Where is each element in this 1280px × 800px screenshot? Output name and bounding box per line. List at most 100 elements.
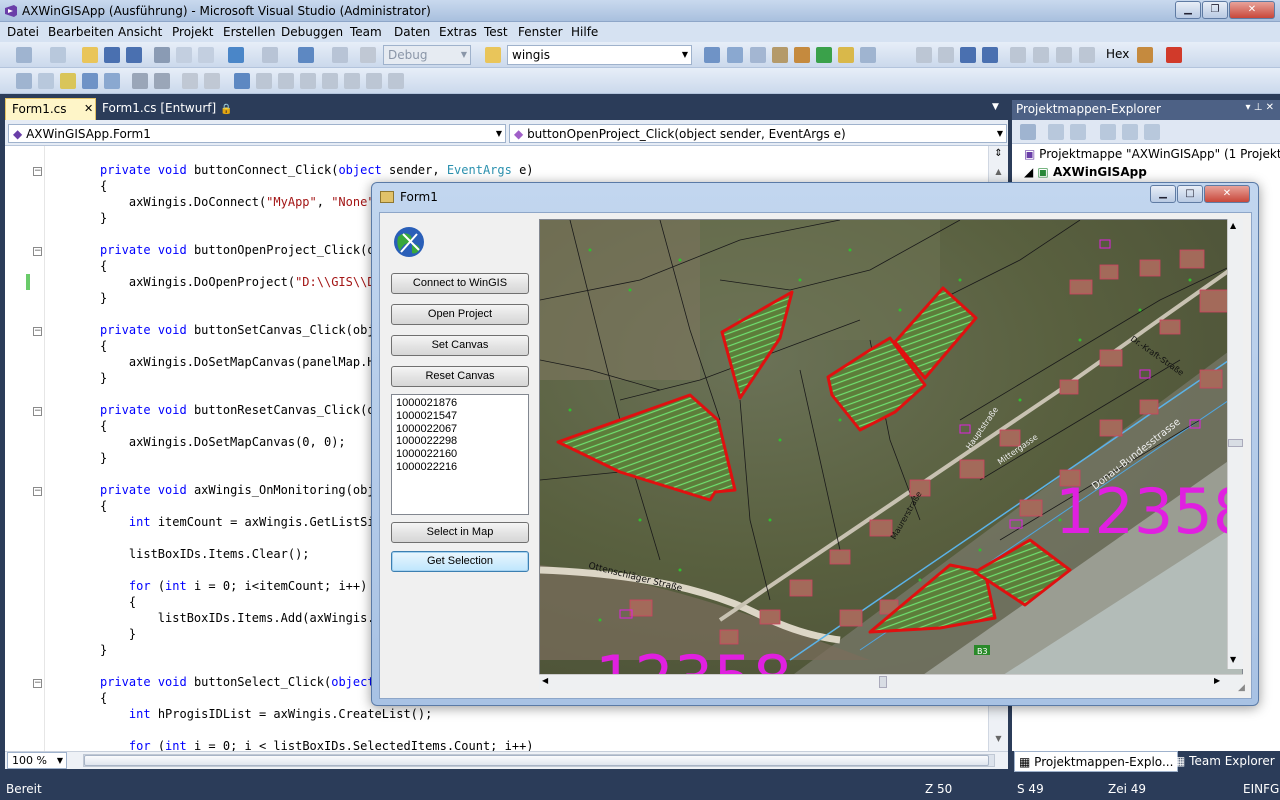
code-line[interactable]: private void axWingis_OnMonitoring(obje [100, 483, 382, 497]
map-panel[interactable]: 12358 12358 Ottenschläger Straße Hauptst… [539, 219, 1243, 676]
zoom-combo[interactable]: 100 % ▼ [7, 752, 67, 769]
toolbox-icon[interactable] [772, 47, 788, 63]
menu-debuggen[interactable]: Debuggen [281, 25, 343, 39]
reset-canvas-button[interactable]: Reset Canvas [391, 366, 529, 387]
stop-icon[interactable] [960, 47, 976, 63]
form-close-button[interactable]: ✕ [1204, 185, 1250, 203]
code-line[interactable]: } [100, 627, 136, 641]
map-canvas[interactable]: 12358 12358 Ottenschläger Straße Hauptst… [540, 220, 1243, 676]
ids-listbox[interactable]: 1000021876 1000021547 1000022067 1000022… [391, 394, 529, 515]
next-bookmark-doc-icon[interactable] [366, 73, 382, 89]
configuration-combo[interactable]: Debug ▼ [383, 45, 471, 65]
find-in-files-icon[interactable] [485, 47, 501, 63]
resize-grip-icon[interactable]: ◢ [1238, 683, 1245, 693]
cut-icon[interactable] [154, 47, 170, 63]
code-line[interactable]: } [100, 371, 107, 385]
code-line[interactable]: axWingis.DoSetMapCanvas(panelMap.Ha [100, 355, 382, 369]
show-next-statement-icon[interactable] [1010, 47, 1026, 63]
start-debug-icon[interactable] [360, 47, 376, 63]
output-icon[interactable] [1166, 47, 1182, 63]
next-bookmark-folder-icon[interactable] [322, 73, 338, 89]
breakpoints-icon[interactable] [1137, 47, 1153, 63]
list-item[interactable]: 1000021547 [396, 410, 524, 423]
hex-toggle[interactable]: Hex [1106, 47, 1129, 61]
navigate-back-icon[interactable] [298, 47, 314, 63]
map-hscroll-thumb[interactable] [879, 676, 887, 688]
uncomment-icon[interactable] [182, 73, 198, 89]
class-diagram-icon[interactable] [1144, 124, 1160, 140]
code-line[interactable]: listBoxIDs.Items.Clear(); [100, 547, 310, 561]
close-tab-icon[interactable]: ✕ [84, 102, 93, 115]
scroll-thumb[interactable] [84, 755, 989, 766]
map-scroll-up-arrow[interactable]: ▲ [1230, 221, 1236, 230]
menu-extras[interactable]: Extras [439, 25, 477, 39]
previous-bookmark-icon[interactable] [256, 73, 272, 89]
get-selection-button[interactable]: Get Selection [391, 551, 529, 572]
fold-toggle-icon[interactable]: − [33, 407, 42, 416]
step-over-icon[interactable] [1056, 47, 1072, 63]
view-designer-icon[interactable] [1122, 124, 1138, 140]
properties-icon[interactable] [727, 47, 743, 63]
tab-team-explorer[interactable]: ▦ Team Explorer [1170, 751, 1279, 772]
object-browser-icon[interactable] [750, 47, 766, 63]
step-out-icon[interactable] [1079, 47, 1095, 63]
code-line[interactable]: private void buttonSetCanvas_Click(obje [100, 323, 382, 337]
code-line[interactable]: private void buttonResetCanvas_Click(ob [100, 403, 382, 417]
undo-icon[interactable] [228, 47, 244, 63]
step-into-icon[interactable] [1033, 47, 1049, 63]
save-icon[interactable] [104, 47, 120, 63]
code-line[interactable]: { [100, 419, 107, 433]
code-line[interactable]: { [100, 179, 107, 193]
next-bookmark-icon[interactable] [278, 73, 294, 89]
code-line[interactable]: private void buttonConnect_Click(object … [100, 163, 534, 177]
indent-icon[interactable] [132, 73, 148, 89]
prev-bookmark-folder-icon[interactable] [300, 73, 316, 89]
class-combo[interactable]: ◆ AXWinGISApp.Form1 ▼ [8, 124, 506, 143]
scroll-down-arrow[interactable]: ▼ [992, 734, 1005, 748]
menu-ansicht[interactable]: Ansicht [118, 25, 162, 39]
tree-solution[interactable]: ▣ Projektmappe "AXWinGISApp" (1 Projekt) [1024, 147, 1280, 161]
code-line[interactable]: for (int i = 0; i<itemCount; i++) [100, 579, 367, 593]
menu-datei[interactable]: Datei [7, 25, 39, 39]
tools-icon[interactable] [794, 47, 810, 63]
outdent-icon[interactable] [104, 73, 120, 89]
form-maximize-button[interactable]: □ [1177, 185, 1203, 203]
map-scroll-left-arrow[interactable]: ◀ [542, 676, 548, 685]
toggle-bookmark-icon[interactable] [234, 73, 250, 89]
map-scroll-right-arrow[interactable]: ▶ [1214, 676, 1220, 685]
menu-hilfe[interactable]: Hilfe [571, 25, 598, 39]
menu-bearbeiten[interactable]: Bearbeiten [48, 25, 114, 39]
split-handle[interactable]: ⇕ [992, 148, 1005, 162]
restart-icon[interactable] [982, 47, 998, 63]
new-project-icon[interactable] [16, 47, 32, 63]
code-line[interactable]: { [100, 595, 136, 609]
tree-project[interactable]: ◢ ▣ AXWinGISApp [1024, 165, 1147, 179]
prev-bookmark-doc-icon[interactable] [344, 73, 360, 89]
scroll-up-arrow[interactable]: ▲ [992, 167, 1005, 181]
set-canvas-button[interactable]: Set Canvas [391, 335, 529, 356]
solution-explorer-icon[interactable] [704, 47, 720, 63]
code-line[interactable]: } [100, 451, 107, 465]
close-button[interactable]: ✕ [1229, 1, 1275, 19]
fold-toggle-icon[interactable]: − [33, 247, 42, 256]
fold-toggle-icon[interactable]: − [33, 679, 42, 688]
list-item[interactable]: 1000022067 [396, 423, 524, 436]
fold-toggle-icon[interactable]: − [33, 167, 42, 176]
properties-icon[interactable] [1020, 124, 1036, 140]
parameter-info-icon[interactable] [38, 73, 54, 89]
map-vscroll-thumb[interactable] [1228, 439, 1243, 447]
fold-toggle-icon[interactable]: − [33, 327, 42, 336]
open-project-button[interactable]: Open Project [391, 304, 529, 325]
code-line[interactable]: int hProgisIDList = axWingis.CreateList(… [100, 707, 432, 721]
navigate-forward-icon[interactable] [332, 47, 348, 63]
member-combo[interactable]: ◆ buttonOpenProject_Click(object sender,… [509, 124, 1007, 143]
minimize-button[interactable]: ▁ [1175, 1, 1201, 19]
code-line[interactable]: { [100, 691, 107, 705]
code-line[interactable]: int itemCount = axWingis.GetListSiz [100, 515, 382, 529]
list-item[interactable]: 1000022298 [396, 435, 524, 448]
list-item[interactable]: 1000021876 [396, 397, 524, 410]
comment-icon[interactable] [154, 73, 170, 89]
add-item-icon[interactable] [50, 47, 66, 63]
menu-erstellen[interactable]: Erstellen [223, 25, 276, 39]
menu-daten[interactable]: Daten [394, 25, 430, 39]
